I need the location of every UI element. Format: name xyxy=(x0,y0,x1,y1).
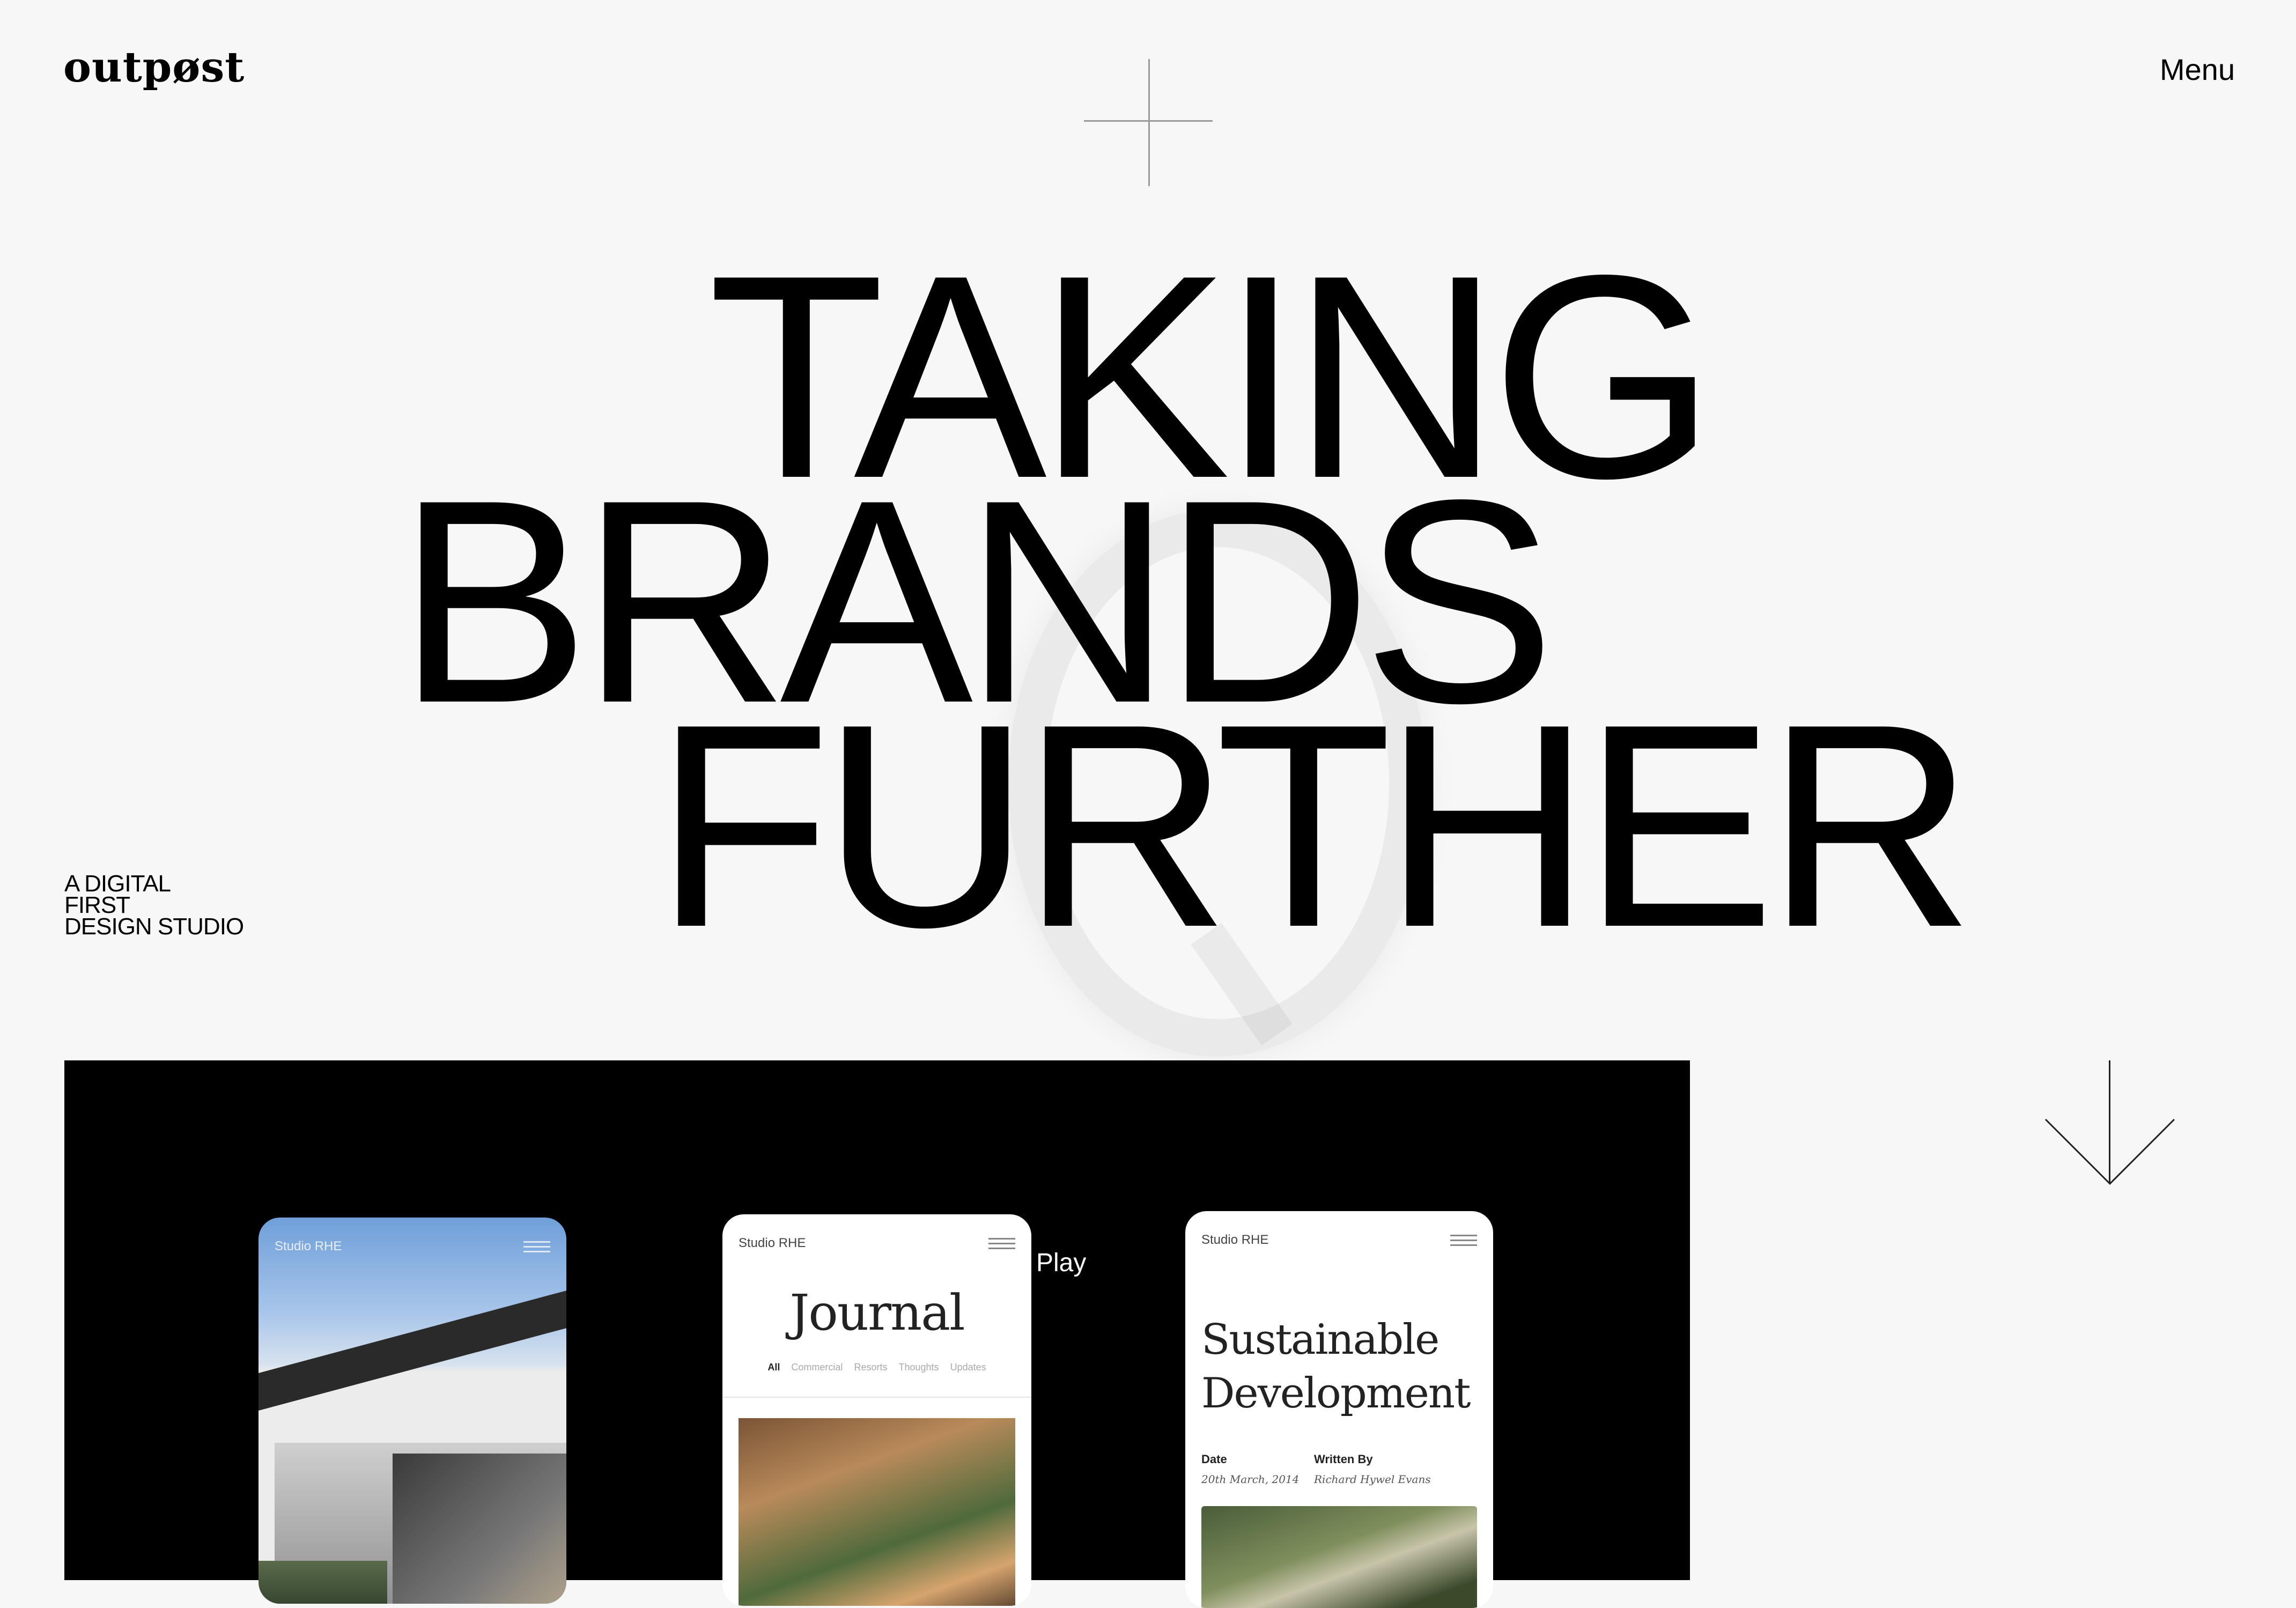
journal-filters: All Commercial Resorts Thoughts Updates xyxy=(722,1362,1031,1373)
phone-brand: Studio RHE xyxy=(1201,1233,1269,1247)
phone-brand: Studio RHE xyxy=(275,1239,342,1253)
filter-thoughts: Thoughts xyxy=(898,1362,939,1373)
filter-updates: Updates xyxy=(950,1362,986,1373)
article-image xyxy=(1201,1506,1477,1608)
date-label: Date xyxy=(1201,1452,1227,1466)
filter-all: All xyxy=(767,1362,780,1373)
phone-mockup-article: Studio RHE Sustainable Development Date … xyxy=(1185,1211,1493,1608)
tagline-line-3: DESIGN STUDIO xyxy=(64,913,244,940)
building-roof xyxy=(259,1290,566,1411)
hamburger-icon xyxy=(1450,1235,1477,1249)
hero-line-3: FURTHER xyxy=(654,664,1975,987)
garden xyxy=(259,1561,387,1604)
phone-mockup-home: Studio RHE xyxy=(259,1218,566,1604)
logo[interactable]: outpøst xyxy=(63,43,245,92)
play-button[interactable]: Play xyxy=(1036,1248,1086,1278)
filter-resorts: Resorts xyxy=(854,1362,888,1373)
hamburger-icon xyxy=(988,1238,1015,1252)
filter-commercial: Commercial xyxy=(791,1362,843,1373)
divider xyxy=(722,1397,1031,1398)
tagline-line-1: A DIGITAL xyxy=(64,871,171,897)
journal-image xyxy=(739,1418,1015,1606)
arrow-head-icon xyxy=(2044,1118,2175,1185)
article-title-line-2: Development xyxy=(1201,1369,1471,1418)
author-label: Written By xyxy=(1314,1452,1373,1466)
crosshair-vertical xyxy=(1148,59,1150,186)
article-title: Sustainable Development xyxy=(1201,1313,1471,1420)
phone-mockup-journal: Studio RHE Journal All Commercial Resort… xyxy=(722,1214,1031,1606)
hamburger-icon xyxy=(523,1241,550,1256)
crosshair-horizontal xyxy=(1084,120,1213,122)
article-title-line-1: Sustainable xyxy=(1201,1316,1439,1364)
phone-brand: Studio RHE xyxy=(739,1236,806,1250)
tagline: A DIGITAL FIRST DESIGN STUDIO xyxy=(64,871,244,940)
menu-button[interactable]: Menu xyxy=(2160,52,2235,87)
author-value: Richard Hywel Evans xyxy=(1314,1473,1431,1486)
date-value: 20th March, 2014 xyxy=(1201,1473,1300,1486)
tagline-line-2: FIRST xyxy=(64,892,130,918)
journal-title: Journal xyxy=(789,1284,965,1341)
building-glass xyxy=(393,1454,566,1604)
